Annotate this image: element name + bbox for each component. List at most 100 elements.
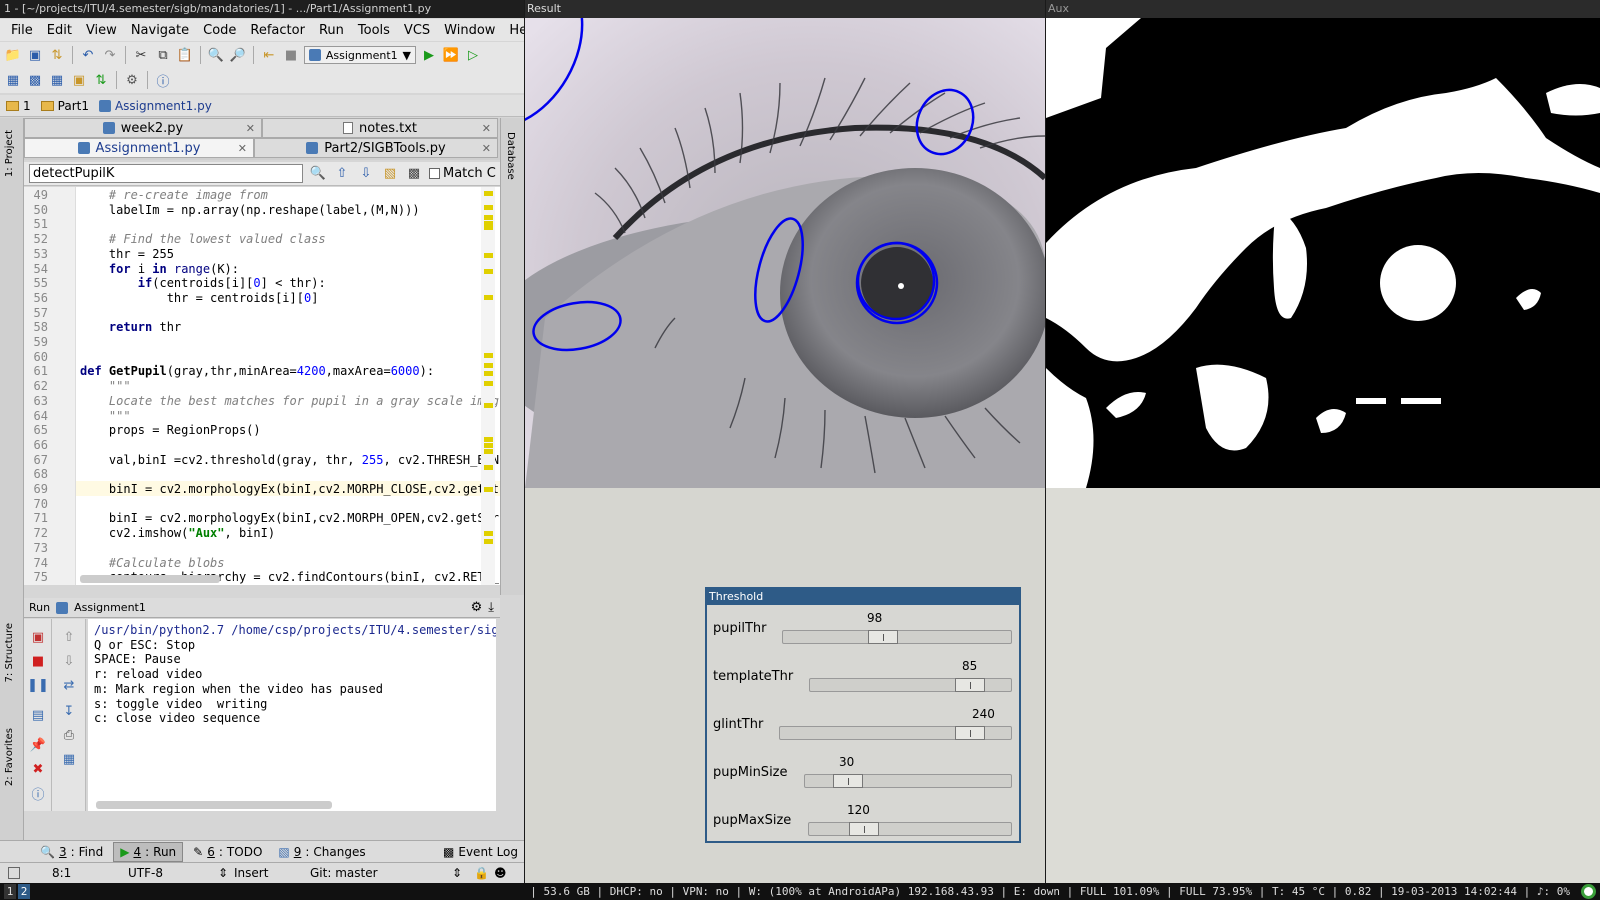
hide-panel-icon[interactable]: ⤓: [488, 600, 500, 615]
code-editor[interactable]: 49 # re-create image from 50 labelIm = np…: [24, 187, 500, 585]
insert-mode[interactable]: Insert: [234, 866, 268, 880]
warning-marker[interactable]: [484, 487, 493, 492]
next-occurrence-icon[interactable]: ⇩: [357, 165, 375, 183]
menu-tools[interactable]: Tools: [351, 23, 397, 38]
run-console[interactable]: /usr/bin/python2.7 /home/csp/projects/IT…: [88, 619, 496, 811]
warning-marker[interactable]: [484, 371, 493, 376]
chrome-icon[interactable]: [1581, 884, 1596, 899]
tab-sigbtools[interactable]: Part2/SIGBTools.py ✕: [254, 138, 498, 158]
warning-marker[interactable]: [484, 363, 493, 368]
pin-icon[interactable]: 📌: [30, 737, 46, 753]
open-icon[interactable]: 📁: [4, 46, 22, 64]
debug-icon[interactable]: ⏩: [442, 46, 460, 64]
templatethr-slider[interactable]: [809, 678, 1012, 692]
undo-icon[interactable]: ↶: [79, 46, 97, 64]
close-icon[interactable]: ✕: [482, 142, 491, 155]
glintthr-slider-thumb[interactable]: [955, 726, 985, 740]
menu-code[interactable]: Code: [196, 23, 243, 38]
close-icon[interactable]: ✕: [246, 122, 255, 135]
database-tool-button[interactable]: Database: [505, 132, 516, 180]
search-options-icon[interactable]: 🔍: [309, 165, 327, 183]
search-input[interactable]: detectPupilK: [29, 164, 303, 183]
menu-help[interactable]: Help: [502, 23, 524, 38]
changes-tool-button[interactable]: ▧ 9: Changes: [272, 843, 371, 861]
workspace-1[interactable]: 1: [4, 884, 16, 899]
panel-toggle-icon[interactable]: [8, 867, 20, 879]
up-arrow-icon[interactable]: ⇧: [61, 629, 77, 645]
select-all-icon[interactable]: ▧: [381, 165, 399, 183]
warning-marker[interactable]: [484, 225, 493, 230]
layout-icon[interactable]: ▤: [30, 707, 46, 723]
pupmaxsize-slider-thumb[interactable]: [849, 822, 879, 836]
print-icon[interactable]: ⎙: [61, 727, 77, 743]
glintthr-slider[interactable]: [779, 726, 1012, 740]
settings-icon[interactable]: ▦: [4, 71, 22, 89]
project-tool-button[interactable]: 1: Project: [4, 130, 15, 177]
hierarchy-icon[interactable]: ▦: [48, 71, 66, 89]
match-case-checkbox[interactable]: Match C: [429, 166, 496, 181]
horizontal-scrollbar[interactable]: [96, 801, 332, 809]
warning-marker[interactable]: [484, 465, 493, 470]
tab-assignment1[interactable]: Assignment1.py ✕: [24, 138, 254, 158]
pause-icon[interactable]: ❚❚: [27, 677, 49, 693]
warning-marker[interactable]: [484, 403, 493, 408]
warning-marker[interactable]: [484, 443, 493, 448]
menu-navigate[interactable]: Navigate: [124, 23, 196, 38]
close-icon[interactable]: ✕: [238, 142, 247, 155]
event-log-button[interactable]: ▩ Event Log: [437, 843, 524, 861]
pupminsize-slider-thumb[interactable]: [833, 774, 863, 788]
run-config-select[interactable]: Assignment1 ▼: [304, 46, 416, 64]
modules-icon[interactable]: ▣: [70, 71, 88, 89]
warning-marker[interactable]: [484, 531, 493, 536]
cut-icon[interactable]: ✂: [132, 46, 150, 64]
find-icon[interactable]: 🔍: [207, 46, 225, 64]
menu-edit[interactable]: Edit: [40, 23, 79, 38]
clear-icon[interactable]: ▦: [61, 751, 77, 767]
plugin-icon[interactable]: ⚙: [123, 71, 141, 89]
breadcrumb-file[interactable]: Assignment1.py: [98, 99, 212, 113]
breadcrumb-root[interactable]: 1: [6, 99, 31, 113]
stop-icon[interactable]: ■: [30, 653, 46, 669]
menu-window[interactable]: Window: [437, 23, 502, 38]
favorites-tool-button[interactable]: 2: Favorites: [4, 728, 15, 786]
structure-tool-button[interactable]: 7: Structure: [4, 623, 15, 682]
back-icon[interactable]: ⇤: [260, 46, 278, 64]
templatethr-slider-thumb[interactable]: [955, 678, 985, 692]
paste-icon[interactable]: 📋: [176, 46, 194, 64]
inspector-icon[interactable]: ☻: [494, 866, 507, 880]
pupminsize-slider[interactable]: [804, 774, 1012, 788]
workspace-2[interactable]: 2: [18, 884, 30, 899]
run-tool-button[interactable]: ▶ 4: Run: [113, 841, 184, 862]
todo-tool-button[interactable]: ✎ 6: TODO: [187, 843, 268, 861]
breadcrumb-part1[interactable]: Part1: [40, 99, 89, 113]
close-icon[interactable]: ✖: [30, 761, 46, 777]
gear-icon[interactable]: ⚙: [471, 600, 483, 615]
filter-icon[interactable]: ▩: [405, 165, 423, 183]
warning-marker[interactable]: [484, 381, 493, 386]
replace-icon[interactable]: 🔎: [229, 46, 247, 64]
coverage-icon[interactable]: ▷: [464, 46, 482, 64]
tab-notes[interactable]: notes.txt ✕: [262, 118, 498, 138]
previous-occurrence-icon[interactable]: ⇧: [333, 165, 351, 183]
down-arrow-icon[interactable]: ⇩: [61, 653, 77, 669]
help-icon[interactable]: ⓘ: [30, 785, 46, 803]
structure-icon[interactable]: ▩: [26, 71, 44, 89]
warning-marker[interactable]: [484, 437, 493, 442]
warning-marker[interactable]: [484, 353, 493, 358]
tab-week2[interactable]: week2.py ✕: [24, 118, 262, 138]
soft-wrap-icon[interactable]: ⇄: [61, 677, 77, 693]
close-icon[interactable]: ✕: [482, 122, 491, 135]
menu-file[interactable]: File: [4, 23, 40, 38]
run-config-name[interactable]: Assignment1: [74, 601, 146, 614]
error-stripe[interactable]: [481, 187, 495, 585]
save-icon[interactable]: ▣: [26, 46, 44, 64]
pupilthr-slider-thumb[interactable]: [868, 630, 898, 644]
redo-icon[interactable]: ↷: [101, 46, 119, 64]
cursor-position[interactable]: 8:1: [52, 866, 71, 880]
warning-marker[interactable]: [484, 253, 493, 258]
warning-marker[interactable]: [484, 449, 493, 454]
run-icon[interactable]: ▶: [420, 46, 438, 64]
pupmaxsize-slider[interactable]: [808, 822, 1012, 836]
warning-marker[interactable]: [484, 539, 493, 544]
rerun-icon[interactable]: ▣: [30, 629, 46, 645]
